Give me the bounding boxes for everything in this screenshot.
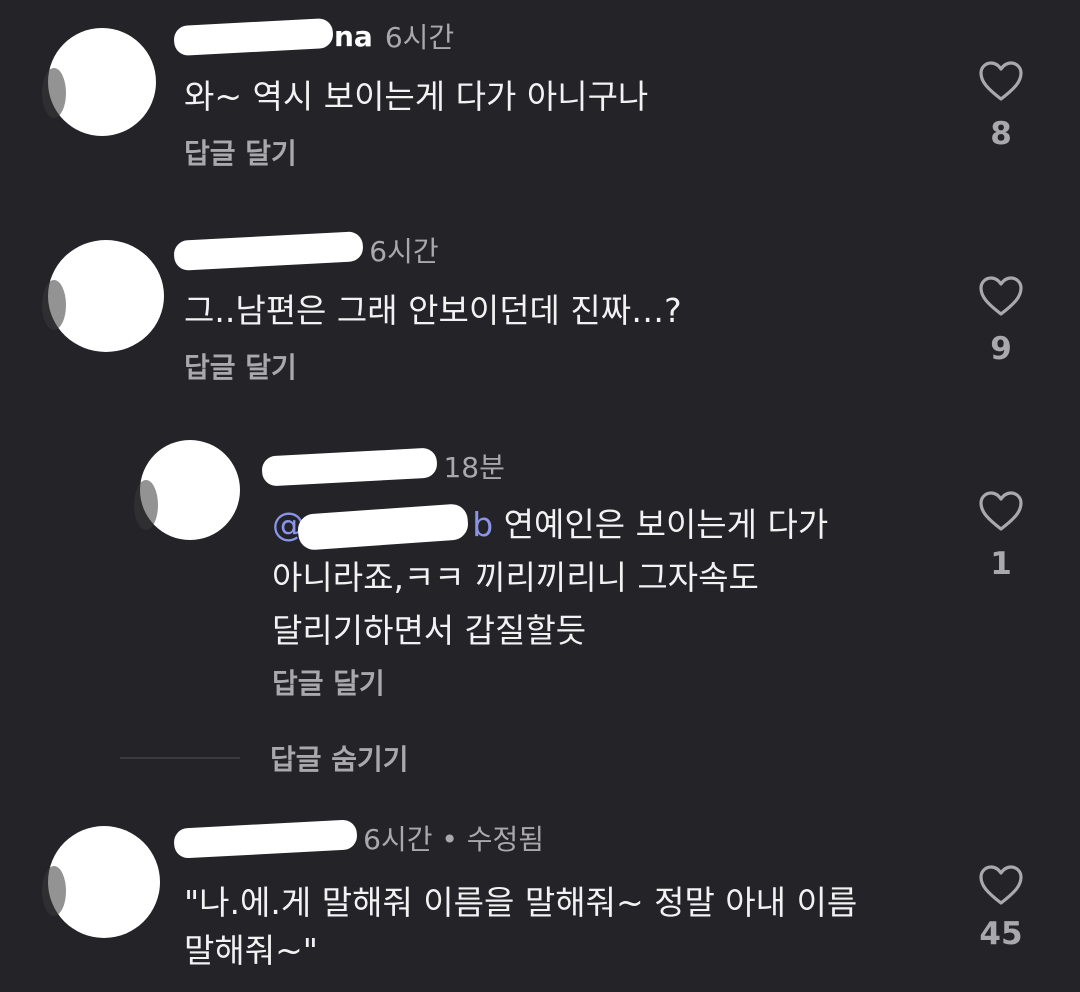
heart-icon bbox=[979, 276, 1023, 316]
avatar[interactable] bbox=[42, 240, 164, 352]
comment-text: @s b 연예인은 보이는게 다가 bbox=[272, 498, 828, 551]
heart-icon bbox=[979, 61, 1023, 101]
comment-time: 6시간 bbox=[369, 235, 439, 268]
username[interactable]: na bbox=[173, 17, 373, 56]
avatar[interactable] bbox=[42, 826, 160, 938]
like-count: 1 bbox=[990, 546, 1012, 582]
reply-button[interactable]: 답글 달기 bbox=[184, 132, 297, 172]
comment-text-line: 아니라죠,ㅋㅋ 끼리끼리니 그자속도 bbox=[272, 558, 759, 597]
username[interactable]: ssu bbox=[173, 230, 364, 271]
avatar[interactable] bbox=[42, 28, 156, 136]
like-count: 45 bbox=[979, 916, 1023, 952]
reply-button[interactable]: 답글 달기 bbox=[272, 662, 385, 702]
divider bbox=[120, 757, 240, 759]
like-button[interactable]: 1 bbox=[971, 490, 1031, 582]
hide-replies-row: 답글 숨기기 bbox=[120, 738, 409, 778]
username[interactable]: hii bbox=[173, 818, 358, 859]
username[interactable]: 1 bbox=[261, 446, 439, 487]
comment-text-line: 달리기하면서 갑질할듯 bbox=[272, 611, 587, 650]
comment-text: 와~ 역시 보이는게 다가 아니구나 bbox=[184, 77, 649, 116]
heart-icon bbox=[979, 865, 1023, 905]
comment-time: 18분 bbox=[443, 451, 505, 484]
comment-text: "나.에.게 말해줘 이름을 말해줘~ 정말 아내 이름 bbox=[184, 883, 858, 922]
comment-time: 6시간 • 수정됨 bbox=[363, 823, 545, 856]
avatar[interactable] bbox=[134, 440, 240, 540]
like-button[interactable]: 9 bbox=[971, 275, 1031, 367]
like-count: 8 bbox=[990, 116, 1012, 152]
comment-meta: hii 6시간 • 수정됨 bbox=[173, 818, 545, 859]
comment-time: 6시간 bbox=[384, 21, 455, 54]
comment-meta: 1 18분 bbox=[261, 446, 505, 487]
reply-button[interactable]: 답글 달기 bbox=[184, 346, 297, 386]
like-button[interactable]: 45 bbox=[971, 864, 1031, 952]
hide-replies-button[interactable]: 답글 숨기기 bbox=[270, 738, 409, 778]
mention-link[interactable]: @s b bbox=[272, 503, 493, 551]
comment-text: 그..남편은 그래 안보이던데 진짜…? bbox=[184, 291, 682, 330]
comment-text-line: 말해줘~" bbox=[184, 931, 318, 970]
comment-meta: ssu 6시간 bbox=[173, 230, 439, 271]
redaction-scribble bbox=[296, 503, 470, 551]
like-button[interactable]: 8 bbox=[971, 60, 1031, 152]
like-count: 9 bbox=[990, 331, 1012, 367]
redaction-scribble bbox=[173, 17, 334, 56]
heart-icon bbox=[979, 491, 1023, 531]
comment-meta: na 6시간 bbox=[173, 16, 455, 56]
